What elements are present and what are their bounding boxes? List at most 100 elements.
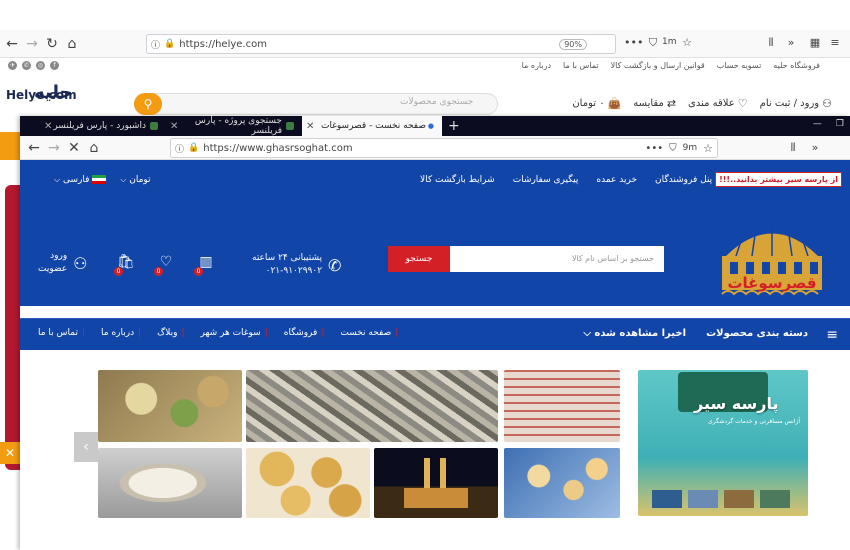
timer-counter[interactable]: 1m — [662, 37, 677, 47]
hamburger-icon[interactable]: ≡ — [828, 36, 842, 49]
info-icon[interactable]: ⓘ — [151, 38, 160, 51]
star-icon[interactable]: ☆ — [703, 142, 713, 155]
nav-about[interactable]: |درباره ما — [101, 328, 141, 338]
search-input[interactable]: جستجو بر اساس نام کالا — [450, 246, 664, 272]
nav-contact[interactable]: |تماس با ما — [38, 328, 85, 338]
link-shop[interactable]: فروشگاه حلیه — [773, 61, 820, 70]
product-image-textile[interactable] — [504, 370, 620, 442]
tab-title: داشبورد - پارس فریلنسر — [53, 121, 146, 131]
language-select[interactable]: فارسی ⌵ — [54, 175, 107, 185]
nav-blog[interactable]: |وبلاگ — [157, 328, 184, 338]
nav-home-label: صفحه نخست — [340, 328, 392, 338]
user-icon: ⚇ — [73, 253, 88, 273]
telegram-icon[interactable]: ✈ — [8, 61, 17, 70]
helye-logo[interactable]: Helye.com حلیه — [4, 80, 96, 116]
stop-loading-icon[interactable]: ✕ — [64, 138, 84, 158]
reload-icon[interactable]: ↻ — [42, 34, 62, 54]
close-icon[interactable]: ✕ — [0, 442, 20, 464]
cart-icon[interactable]: 🛍 0 — [114, 252, 136, 276]
banner-photo-thumb — [688, 490, 718, 508]
search-button[interactable]: جستجو — [388, 246, 450, 272]
nav-wholesale[interactable]: خرید عمده — [596, 175, 637, 185]
link-contact[interactable]: تماس با ما — [563, 61, 599, 70]
recently-viewed-menu[interactable]: اخیرا مشاهده شده ⌵ — [583, 328, 686, 339]
heart-icon: ♡ — [737, 97, 748, 110]
front-url-bar[interactable]: ⓘ 🔒 https://www.ghasrsoghat.com ••• ⛉ 9m… — [170, 138, 718, 158]
whatsapp-icon[interactable]: ✆ — [22, 61, 31, 70]
hamburger-icon[interactable]: ≡ — [826, 327, 838, 343]
tab-close-icon[interactable]: ✕ — [306, 121, 314, 132]
cart-button[interactable]: 👜 ۰ تومان — [572, 97, 621, 110]
new-tab-plus-icon[interactable]: + — [448, 118, 460, 134]
nav-seller-panel[interactable]: پنل فروشندگان — [655, 175, 712, 185]
categories-menu[interactable]: دسته بندی محصولات — [706, 328, 808, 339]
banner-photo-thumb — [760, 490, 790, 508]
product-image-pastries[interactable] — [504, 448, 620, 518]
login-button[interactable]: ورود عضویت ⚇ — [38, 250, 88, 276]
forward-arrow-icon[interactable]: → — [22, 34, 42, 54]
support-block[interactable]: پشتیبانی ۲۴ ساعته ۰۲۱-۹۱۰۲۹۹۰۲ ✆ — [252, 252, 341, 278]
heart-icon[interactable]: ♡ 0 — [154, 252, 176, 276]
search-icon[interactable]: ⚲ — [134, 93, 162, 115]
tab-ghasrsoghat[interactable]: ✕ صفحه نخست - قصرسوغات ● — [302, 116, 442, 136]
promo-badge[interactable]: از پارسه سیر بیشتر بدانید..!!! — [715, 172, 842, 187]
library-icon[interactable]: ⫴ — [764, 36, 778, 50]
link-about[interactable]: درباره ما — [522, 61, 551, 70]
pocket-icon[interactable]: ⛉ — [646, 36, 660, 50]
site-logo[interactable]: قصرسوغات — [716, 216, 828, 306]
product-image-yogurt-drink[interactable] — [98, 448, 242, 518]
travel-banner[interactable]: پارسه سیر آژانس مسافرتی و خدمات گردشگری — [638, 370, 808, 516]
library-icon[interactable]: ⫴ — [786, 141, 800, 155]
tab-close-icon[interactable]: ✕ — [44, 121, 52, 132]
product-image-mosque-night[interactable] — [374, 448, 498, 518]
zoom-indicator[interactable]: 90% — [559, 38, 587, 50]
more-dots-icon[interactable]: ••• — [624, 36, 643, 49]
extensions-icon[interactable]: ▦ — [808, 36, 822, 49]
wishlist-button[interactable]: ♡ علاقه مندی — [688, 97, 748, 110]
star-icon[interactable]: ☆ — [680, 36, 694, 49]
nav-shop[interactable]: |فروشگاه — [284, 328, 325, 338]
separator-dot: | — [395, 328, 399, 338]
back-arrow-icon[interactable]: ← — [24, 138, 44, 158]
link-shipping-rules[interactable]: قوانین ارسال و بازگشت کالا — [611, 61, 705, 70]
timer-counter[interactable]: 9m — [683, 143, 698, 153]
nav-home[interactable]: |صفحه نخست — [340, 328, 398, 338]
more-dots-icon[interactable]: ••• — [645, 143, 663, 154]
home-icon[interactable]: ⌂ — [62, 34, 82, 54]
currency-select[interactable]: تومان ⌵ — [120, 175, 150, 185]
product-image-cookies[interactable] — [246, 448, 370, 518]
forward-arrow-icon[interactable]: → — [44, 138, 64, 158]
lock-icon: 🔒 — [188, 143, 200, 153]
nav-city-souvenirs[interactable]: |سوغات هر شهر — [200, 328, 267, 338]
compare-button[interactable]: ⇄ مقایسه — [633, 97, 676, 110]
facebook-icon[interactable]: f — [50, 61, 59, 70]
content-area: پارسه سیر آژانس مسافرتی و خدمات گردشگری … — [20, 350, 850, 550]
back-url-bar[interactable]: ⓘ 🔒 https://helye.com 90% — [146, 34, 616, 54]
nav-order-tracking[interactable]: پیگیری سفارشات — [513, 175, 579, 185]
tab-close-icon[interactable]: ✕ — [170, 121, 178, 132]
pocket-icon[interactable]: ⛉ — [669, 143, 677, 154]
overflow-chevron-icon[interactable]: » — [784, 36, 798, 49]
restore-icon[interactable]: ❐ — [836, 119, 844, 129]
link-checkout[interactable]: تسویه حساب — [717, 61, 762, 70]
helye-side-tab[interactable] — [0, 132, 20, 160]
tab-pars-freelancer-dashboard[interactable]: ✕ داشبورد - پارس فریلنسر — [28, 116, 162, 136]
login-register-button[interactable]: ⚇ ورود / ثبت نام — [760, 97, 832, 110]
home-icon[interactable]: ⌂ — [84, 138, 104, 158]
slider-prev-chevron-icon[interactable]: ‹ — [74, 432, 98, 462]
overflow-chevron-icon[interactable]: » — [808, 141, 822, 154]
back-arrow-icon[interactable]: ← — [2, 34, 22, 54]
tab-pars-freelancer-search[interactable]: ✕ جستجوی پروژه - پارس فریلنسر — [166, 116, 298, 136]
helye-search-input[interactable]: جستجوی محصولات — [400, 97, 473, 107]
minimize-icon[interactable]: — — [813, 119, 822, 129]
compare-chart-icon[interactable]: ▥ 0 — [194, 252, 216, 276]
info-icon[interactable]: ⓘ — [175, 142, 184, 155]
top-nav: پنل فروشندگان خرید عمده پیگیری سفارشات ش… — [420, 175, 712, 185]
nav-return-policy[interactable]: شرایط بازگشت کالا — [420, 175, 495, 185]
instagram-icon[interactable]: ◎ — [36, 61, 45, 70]
product-image-sweets[interactable] — [98, 370, 242, 442]
site-search: جستجو جستجو بر اساس نام کالا — [388, 246, 664, 272]
wishlist-label: علاقه مندی — [688, 98, 735, 109]
product-image-fabrics[interactable] — [246, 370, 498, 442]
main-nav: ≡ دسته بندی محصولات اخیرا مشاهده شده ⌵ |… — [20, 318, 850, 350]
